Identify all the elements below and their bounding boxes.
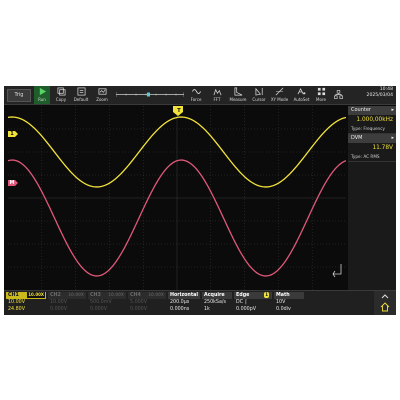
ch3-settings[interactable]: CH3 10.00X 500.0mV 0.000V — [88, 292, 126, 315]
autoset-icon — [297, 87, 306, 95]
run-label: Run — [38, 97, 46, 102]
ch4-scale: 5.000V — [130, 300, 148, 305]
force-label: Force — [190, 97, 202, 102]
clock-date: 2025/03/04 — [366, 92, 393, 98]
force-button[interactable]: Force — [186, 86, 206, 104]
home-icon — [380, 302, 390, 312]
ch4-name: CH4 — [130, 293, 141, 298]
horizontal-settings[interactable]: Horizontal 200.0µs 0.000ns — [168, 292, 200, 315]
copy-icon — [57, 87, 65, 96]
dvm-label: DVM — [351, 135, 363, 141]
force-icon — [191, 89, 201, 94]
dvm-value: 11.78V — [372, 145, 393, 151]
zoom-label: Zoom — [96, 97, 108, 102]
ch2-probe-tag: 10.00X — [68, 292, 84, 297]
acquire-settings[interactable]: Acquire 250kSa/s 1k — [202, 292, 232, 315]
edge-source-badge: 1 — [264, 292, 269, 298]
ch3-name: CH3 — [90, 293, 101, 298]
more-button[interactable]: More — [312, 86, 330, 104]
default-icon — [77, 87, 85, 96]
more-icon — [317, 87, 325, 96]
ch1-probe-tag: 10.00X — [27, 292, 45, 298]
xy-mode-icon — [275, 87, 284, 96]
rising-edge-icon: ⌠ — [244, 300, 248, 305]
default-button[interactable]: Default — [72, 86, 90, 104]
cursor-button[interactable]: Cursor — [250, 86, 268, 104]
copy-label: Copy — [55, 97, 67, 102]
math-offset: 0.0div — [276, 307, 291, 312]
edge-level: 0.000pV — [236, 307, 257, 312]
fft-button[interactable]: FFT — [208, 86, 226, 104]
dvm-header[interactable]: DVM ▸ — [348, 134, 396, 143]
edge-trigger-settings[interactable]: Edge 1 DC ⌠ 0.000pV — [234, 292, 272, 315]
dvm-type: Type: AC RMS — [348, 153, 396, 162]
oscilloscope-screen: Trig Run Copy Default Zoom Force FFT Mea… — [4, 86, 396, 315]
ch1-name: CH1 — [8, 293, 19, 298]
measure-icon — [234, 87, 242, 96]
ch2-name: CH2 — [50, 293, 61, 298]
ch4-settings[interactable]: CH4 10.00X 5.000V 0.000V — [128, 292, 166, 315]
horizontal-delay: 0.000ns — [170, 307, 190, 312]
trigger-marker-label: T — [177, 108, 181, 114]
chevron-right-icon: ▸ — [391, 107, 394, 113]
ch2-offset: 0.000V — [50, 307, 68, 312]
xy-mode-button[interactable]: XY Mode — [269, 86, 290, 104]
ch3-offset: 0.000V — [90, 307, 108, 312]
copy-button[interactable]: Copy — [53, 86, 69, 104]
math-scale: 10V — [276, 300, 286, 305]
math-marker-label: M — [9, 180, 15, 186]
measurement-panel: Counter ▸ 1.000,00kHz Type: Frequency DV… — [348, 106, 396, 290]
clock: 10:48 2025/03/04 — [367, 87, 393, 98]
timebase-position-bar[interactable] — [116, 91, 184, 98]
edge-title: Edge — [236, 293, 250, 298]
ch3-scale: 500.0mV — [90, 300, 112, 305]
ch4-probe-tag: 10.00X — [148, 292, 164, 297]
acquire-rate: 250kSa/s — [204, 300, 227, 305]
more-label: More — [316, 97, 326, 102]
counter-value: 1.000,00kHz — [356, 117, 393, 123]
acquire-title: Acquire — [202, 292, 232, 299]
home-button[interactable] — [374, 291, 396, 315]
autoset-label: AutoSet — [293, 97, 310, 102]
counter-label: Counter — [351, 107, 371, 113]
ch3-probe-tag: 10.00X — [108, 292, 124, 297]
play-icon — [39, 87, 46, 96]
acquire-depth: 1k — [204, 307, 210, 312]
math-title: Math — [274, 292, 304, 299]
autoset-button[interactable]: AutoSet — [291, 86, 312, 104]
ch1-offset: 24.80V — [8, 307, 26, 312]
horizontal-title: Horizontal — [168, 292, 200, 299]
top-toolbar: Trig Run Copy Default Zoom Force FFT Mea… — [4, 86, 396, 105]
chevron-right-icon: ▸ — [391, 135, 394, 141]
zoom-button[interactable]: Zoom — [93, 86, 111, 104]
waveform-display[interactable] — [8, 106, 346, 290]
fft-icon — [213, 88, 221, 96]
chevron-up-icon — [381, 294, 389, 299]
run-button[interactable]: Run — [34, 86, 50, 104]
xy-mode-label: XY Mode — [270, 97, 289, 102]
default-label: Default — [73, 97, 89, 102]
ch2-scale: 10.00V — [50, 300, 68, 305]
fft-label: FFT — [213, 97, 221, 102]
zoom-icon — [98, 88, 106, 95]
measure-button[interactable]: Measure — [228, 86, 248, 104]
cursor-icon — [255, 87, 263, 96]
math-settings[interactable]: Math 10V 0.0div — [274, 292, 304, 315]
trig-button[interactable]: Trig — [7, 89, 31, 102]
ch1-settings[interactable]: CH1 10.00X 10.00V 24.80V — [6, 292, 46, 315]
channel-bar: CH1 10.00X 10.00V 24.80V CH2 10.00X 10.00V… — [4, 290, 396, 315]
ch2-settings[interactable]: CH2 10.00X 10.00V 0.000V — [48, 292, 86, 315]
network-icon — [334, 90, 343, 99]
ch4-offset: 0.000V — [130, 307, 148, 312]
horizontal-timebase: 200.0µs — [170, 300, 190, 305]
counter-header[interactable]: Counter ▸ — [348, 106, 396, 115]
cursor-label: Cursor — [252, 97, 266, 102]
ch1-scale: 10.00V — [8, 300, 26, 305]
measure-label: Measure — [229, 97, 247, 102]
edge-coupling: DC — [236, 300, 244, 305]
counter-type: Type: Frequency — [348, 125, 396, 134]
ch1-marker-label: 1 — [10, 131, 14, 137]
